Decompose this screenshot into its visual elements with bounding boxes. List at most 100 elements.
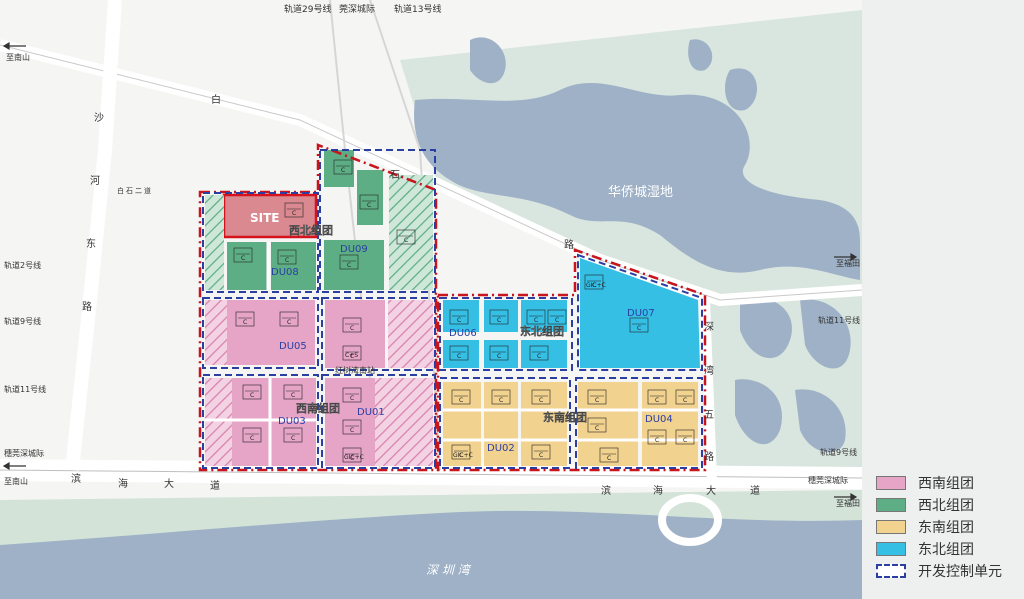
road-shahe-4: 路 bbox=[82, 300, 92, 313]
legend-item-boundary: 开发控制单元 bbox=[876, 562, 1002, 580]
group-label-sw: 西南组团 bbox=[296, 401, 340, 415]
plot-tag-label: C bbox=[457, 317, 461, 324]
group-label-se: 东南组团 bbox=[543, 410, 587, 424]
plot-tag-label: C bbox=[243, 319, 247, 326]
plot-tag-label: C bbox=[655, 437, 659, 444]
plot-tag-label: C bbox=[497, 353, 501, 360]
rail-label-29: 轨道29号线 bbox=[284, 3, 331, 15]
sw-hatch-a bbox=[388, 300, 433, 368]
plot-tag-label: C bbox=[539, 397, 543, 404]
road-binhai-r4: 道 bbox=[750, 484, 760, 497]
unit-label-du03: DU03 bbox=[278, 416, 306, 427]
plot-special-cs: C+S bbox=[345, 352, 358, 359]
plot-tag-label: C bbox=[555, 317, 559, 324]
plot-tag-label: C bbox=[250, 392, 254, 399]
plot-special-gic-2: GIC+C bbox=[586, 282, 606, 289]
plot-tag-label: C bbox=[499, 397, 503, 404]
sw-block-du01 bbox=[325, 378, 375, 466]
plot-tag-label: C bbox=[637, 325, 641, 332]
unit-label-du01: DU01 bbox=[357, 407, 385, 418]
road-shenwan-3: 五 bbox=[704, 410, 714, 421]
right-rail-suiguan: 穗莞深城际 bbox=[808, 475, 848, 485]
to-nanshan-top: 至南山 bbox=[6, 52, 30, 62]
plot-tag-label: C bbox=[292, 210, 296, 217]
plot-tag-label: C bbox=[350, 395, 354, 402]
right-rail-9: 轨道9号线 bbox=[820, 447, 857, 457]
left-rail-2: 轨道2号线 bbox=[4, 260, 41, 270]
ne-block-6 bbox=[521, 340, 567, 368]
plot-tag-label: C bbox=[287, 319, 291, 326]
legend-label: 东北组团 bbox=[918, 542, 974, 558]
legend-boundary-swatch bbox=[876, 564, 906, 578]
rail-label-guanshen: 莞深城际 bbox=[339, 3, 375, 15]
legend-swatch-northeast bbox=[876, 542, 906, 556]
plot-tag-label: C bbox=[285, 257, 289, 264]
group-label-nw: 西北组团 bbox=[289, 223, 333, 237]
legend-item-northwest: 西北组团 bbox=[876, 496, 974, 514]
road-shahe-2: 河 bbox=[90, 175, 100, 187]
left-to-nanshan: 至南山 bbox=[4, 476, 28, 486]
legend-swatch-southwest bbox=[876, 476, 906, 490]
unit-label-du05: DU05 bbox=[279, 341, 307, 352]
road-binhai-3: 大 bbox=[164, 477, 174, 490]
plot-tag-label: C bbox=[457, 353, 461, 360]
road-baishi-2: 石 bbox=[390, 170, 400, 181]
unit-label-du08: DU08 bbox=[271, 267, 299, 278]
legend-label: 开发控制单元 bbox=[918, 564, 1002, 580]
left-rail-11: 轨道11号线 bbox=[4, 384, 46, 394]
nw-hatch-right bbox=[389, 175, 433, 290]
unit-label-du04: DU04 bbox=[645, 414, 673, 425]
plot-tag-label: C bbox=[341, 167, 345, 174]
site-label: SITE bbox=[250, 211, 280, 225]
sw-hatch-du03 bbox=[205, 378, 232, 466]
unit-label-du02: DU02 bbox=[487, 443, 515, 454]
plot-tag-label: C bbox=[683, 437, 687, 444]
plot-tag-label: C bbox=[595, 397, 599, 404]
road-shenwan-2: 湾 bbox=[704, 364, 714, 377]
legend-item-southeast: 东南组团 bbox=[876, 518, 974, 536]
nw-block-3 bbox=[324, 150, 354, 187]
road-binhai-r3: 大 bbox=[706, 484, 716, 497]
plot-tag-label: C bbox=[683, 397, 687, 404]
plot-tag-label: C bbox=[250, 435, 254, 442]
plot-special-gic-1: GIC+C bbox=[344, 454, 364, 461]
legend-swatch-southeast bbox=[876, 520, 906, 534]
road-binhai-1: 滨 bbox=[71, 472, 81, 485]
road-baishi-1: 白 bbox=[211, 93, 221, 106]
left-rail-suiguan: 穗莞深城际 bbox=[4, 448, 44, 458]
plot-tag-label: C bbox=[291, 392, 295, 399]
plot-tag-label: C bbox=[607, 455, 611, 462]
map-legend: 西南组团 西北组团 东南组团 东北组团 开发控制单元 bbox=[862, 0, 1024, 599]
bay-label: 深 圳 湾 bbox=[426, 563, 472, 577]
plot-tag-label: C bbox=[367, 202, 371, 209]
right-to-futian: 至福田 bbox=[836, 499, 860, 508]
plot-special-gic-3: GIC+C bbox=[453, 452, 473, 459]
road-binhai-r1: 滨 bbox=[601, 484, 611, 497]
legend-label: 西北组团 bbox=[918, 498, 974, 514]
road-binhai-2: 海 bbox=[118, 477, 128, 490]
plot-tag-label: C bbox=[241, 255, 245, 262]
road-baishi-3: 路 bbox=[564, 238, 574, 251]
unit-label-du07: DU07 bbox=[627, 308, 655, 319]
road-binhai-r2: 海 bbox=[653, 484, 663, 497]
road-shenwan-4: 路 bbox=[704, 450, 714, 463]
road-baishi2: 白石二道 bbox=[117, 186, 153, 195]
plot-tag-label: C bbox=[595, 425, 599, 432]
unit-label-du06: DU06 bbox=[449, 328, 477, 339]
nw-hatch-left bbox=[205, 195, 224, 290]
plot-tag-label: C bbox=[534, 317, 538, 324]
road-shenwan-1: 深 bbox=[704, 321, 714, 333]
road-shahe-1: 沙 bbox=[94, 112, 104, 124]
rail-label-13: 轨道13号线 bbox=[394, 3, 441, 15]
group-label-ne: 东北组团 bbox=[520, 324, 564, 338]
legend-item-southwest: 西南组团 bbox=[876, 474, 974, 492]
legend-label: 西南组团 bbox=[918, 476, 974, 492]
plot-tag-label: C bbox=[291, 435, 295, 442]
right-rail-11: 轨道11号线 bbox=[818, 315, 860, 325]
plot-tag-label: C bbox=[459, 397, 463, 404]
nw-block-2 bbox=[271, 242, 316, 290]
se-block-4 bbox=[578, 382, 638, 466]
wetland-label: 华侨城湿地 bbox=[608, 185, 673, 200]
plot-tag-label: C bbox=[539, 452, 543, 459]
nw-block-4 bbox=[357, 170, 383, 225]
